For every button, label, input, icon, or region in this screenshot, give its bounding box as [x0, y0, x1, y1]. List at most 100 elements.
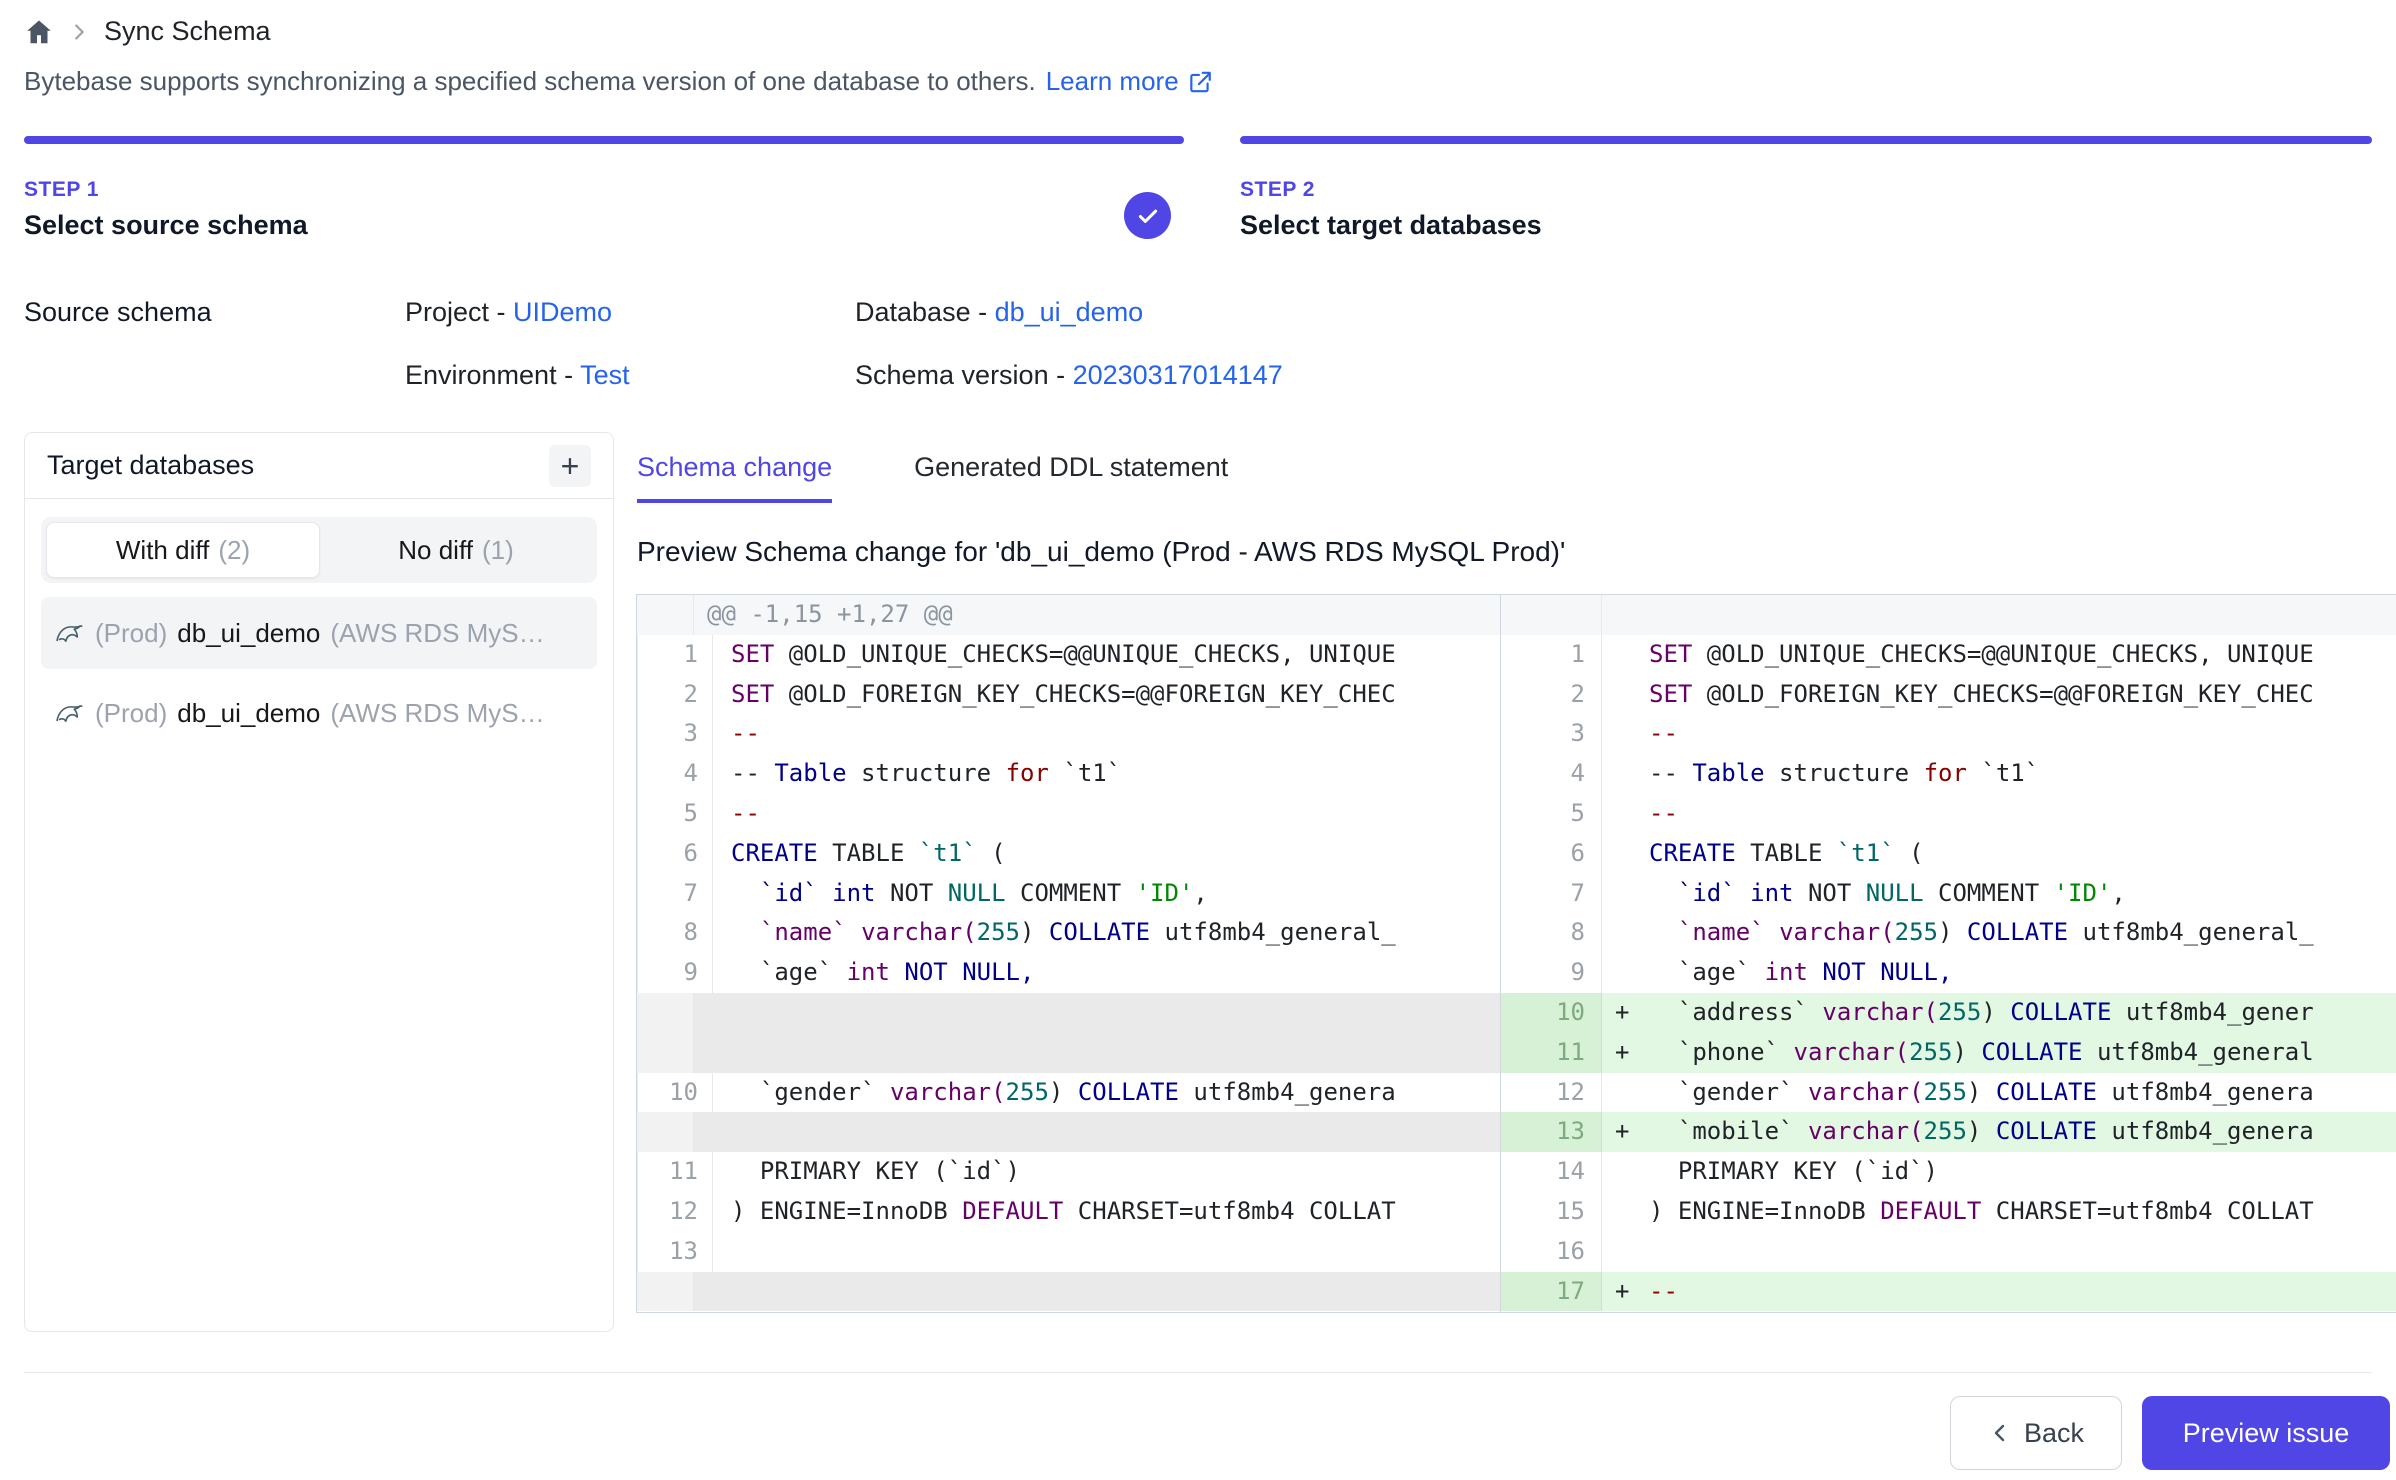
line-number: 1 — [656, 635, 712, 675]
diff-marker: + — [1601, 1033, 1649, 1073]
preview-issue-label: Preview issue — [2183, 1418, 2350, 1449]
target-databases-title: Target databases — [47, 450, 254, 481]
diff-row: 14 PRIMARY KEY (`id`) — [1501, 1152, 2396, 1192]
schema-version-link[interactable]: 20230317014147 — [1073, 360, 1283, 390]
code-line: -- — [712, 794, 1500, 834]
diff-row: 10+ `address` varchar(255) COLLATE utf8m… — [1501, 993, 2396, 1033]
tab-with-diff[interactable]: With diff (2) — [46, 522, 320, 578]
diff-marker — [1601, 913, 1649, 953]
step1-label: STEP 1 — [24, 178, 99, 202]
code-line: CREATE TABLE `t1` ( — [1649, 834, 2396, 874]
code-line: -- — [1649, 794, 2396, 834]
diff-marker — [1601, 1192, 1649, 1232]
code-line: -- Table structure for `t1` — [1649, 754, 2396, 794]
target-database-list: (Prod) db_ui_demo (AWS RDS MyS… (Prod) d… — [41, 597, 597, 749]
diff-row: 10 `gender` varchar(255) COLLATE utf8mb4… — [637, 1073, 1500, 1113]
diff-row: 11+ `phone` varchar(255) COLLATE utf8mb4… — [1501, 1033, 2396, 1073]
environment-link[interactable]: Test — [580, 360, 630, 390]
code-line — [693, 1272, 1500, 1312]
line-number: 12 — [1501, 1073, 1601, 1113]
code-line: `name` varchar(255) COLLATE utf8mb4_gene… — [1649, 913, 2396, 953]
line-number: 15 — [1501, 1192, 1601, 1232]
learn-more-label: Learn more — [1046, 66, 1179, 97]
line-number: 4 — [1501, 754, 1601, 794]
code-line: `id` int NOT NULL COMMENT 'ID', — [712, 874, 1500, 914]
diff-row: 5-- — [1501, 794, 2396, 834]
external-link-icon — [1187, 69, 1213, 95]
code-line: SET @OLD_FOREIGN_KEY_CHECKS=@@FOREIGN_KE… — [712, 675, 1500, 715]
line-number: 4 — [656, 754, 712, 794]
database-label: Database - — [855, 297, 995, 327]
line-number: 6 — [1501, 834, 1601, 874]
db-name: db_ui_demo — [177, 698, 320, 729]
line-number — [637, 595, 693, 635]
learn-more-link[interactable]: Learn more — [1046, 66, 1213, 97]
diff-row: 17+-- — [1501, 1272, 2396, 1312]
code-line: `address` varchar(255) COLLATE utf8mb4_g… — [1649, 993, 2396, 1033]
schema-version-label: Schema version - — [855, 360, 1073, 390]
line-number: 7 — [1501, 874, 1601, 914]
line-number — [637, 993, 693, 1033]
line-number: 3 — [1501, 714, 1601, 754]
diff-row: 13+ `mobile` varchar(255) COLLATE utf8mb… — [1501, 1112, 2396, 1152]
diff-row: 7 `id` int NOT NULL COMMENT 'ID', — [1501, 874, 2396, 914]
code-line: -- Table structure for `t1` — [712, 754, 1500, 794]
code-line: ) ENGINE=InnoDB DEFAULT CHARSET=utf8mb4 … — [1649, 1192, 2396, 1232]
code-line: `id` int NOT NULL COMMENT 'ID', — [1649, 874, 2396, 914]
diff-marker — [1601, 754, 1649, 794]
diff-row — [637, 1033, 1500, 1073]
code-line: SET @OLD_UNIQUE_CHECKS=@@UNIQUE_CHECKS, … — [1649, 635, 2396, 675]
tab-schema-change[interactable]: Schema change — [637, 452, 832, 503]
line-number: 7 — [656, 874, 712, 914]
code-line: CREATE TABLE `t1` ( — [712, 834, 1500, 874]
diff-row — [637, 1272, 1500, 1312]
code-line: `name` varchar(255) COLLATE utf8mb4_gene… — [712, 913, 1500, 953]
target-database-item[interactable]: (Prod) db_ui_demo (AWS RDS MyS… — [41, 677, 597, 749]
line-number: 11 — [1501, 1033, 1601, 1073]
breadcrumb: Sync Schema — [24, 16, 271, 47]
preview-title: Preview Schema change for 'db_ui_demo (P… — [637, 536, 1565, 568]
line-number: 14 — [1501, 1152, 1601, 1192]
code-line: SET @OLD_FOREIGN_KEY_CHECKS=@@FOREIGN_KE… — [1649, 675, 2396, 715]
add-target-database-button[interactable]: + — [549, 445, 591, 487]
diff-row: 13 — [637, 1232, 1500, 1272]
code-line — [693, 1112, 1500, 1152]
no-diff-label: No diff — [398, 535, 473, 566]
code-line: -- — [712, 714, 1500, 754]
diff-marker: + — [1601, 993, 1649, 1033]
line-number — [1501, 595, 1601, 635]
sync-schema-page: Sync Schema Bytebase supports synchroniz… — [0, 0, 2396, 1480]
db-instance: (AWS RDS MyS… — [330, 698, 544, 729]
project-link[interactable]: UIDemo — [513, 297, 612, 327]
diff-row: 7 `id` int NOT NULL COMMENT 'ID', — [637, 874, 1500, 914]
line-number: 2 — [656, 675, 712, 715]
diff-row: 6 CREATE TABLE `t1` ( — [1501, 834, 2396, 874]
code-line: PRIMARY KEY (`id`) — [1649, 1152, 2396, 1192]
preview-tabs: Schema change Generated DDL statement — [637, 452, 1228, 503]
code-line: `gender` varchar(255) COLLATE utf8mb4_ge… — [712, 1073, 1500, 1113]
target-database-item[interactable]: (Prod) db_ui_demo (AWS RDS MyS… — [41, 597, 597, 669]
step1-completed-check-icon — [1124, 192, 1171, 239]
line-number: 8 — [656, 913, 712, 953]
diff-row: 6CREATE TABLE `t1` ( — [637, 834, 1500, 874]
diff-row: 3-- — [1501, 714, 2396, 754]
db-environment: (Prod) — [95, 698, 167, 729]
db-name: db_ui_demo — [177, 618, 320, 649]
target-databases-header: Target databases + — [25, 433, 613, 499]
step2-progress-bar — [1240, 136, 2372, 144]
tab-generated-ddl[interactable]: Generated DDL statement — [914, 452, 1228, 503]
diff-marker — [1601, 675, 1649, 715]
diff-marker — [1601, 635, 1649, 675]
back-button[interactable]: Back — [1950, 1396, 2122, 1470]
line-number: 13 — [656, 1232, 712, 1272]
line-number: 8 — [1501, 913, 1601, 953]
diff-row: 3-- — [637, 714, 1500, 754]
hunk-header: @@ -1,15 +1,27 @@ — [693, 595, 1500, 635]
tab-no-diff[interactable]: No diff (1) — [320, 522, 592, 578]
database-link[interactable]: db_ui_demo — [995, 297, 1144, 327]
diff-marker: + — [1601, 1272, 1649, 1312]
code-line — [693, 1033, 1500, 1073]
line-number: 13 — [1501, 1112, 1601, 1152]
preview-issue-button[interactable]: Preview issue — [2142, 1396, 2390, 1470]
home-icon[interactable] — [24, 17, 54, 47]
